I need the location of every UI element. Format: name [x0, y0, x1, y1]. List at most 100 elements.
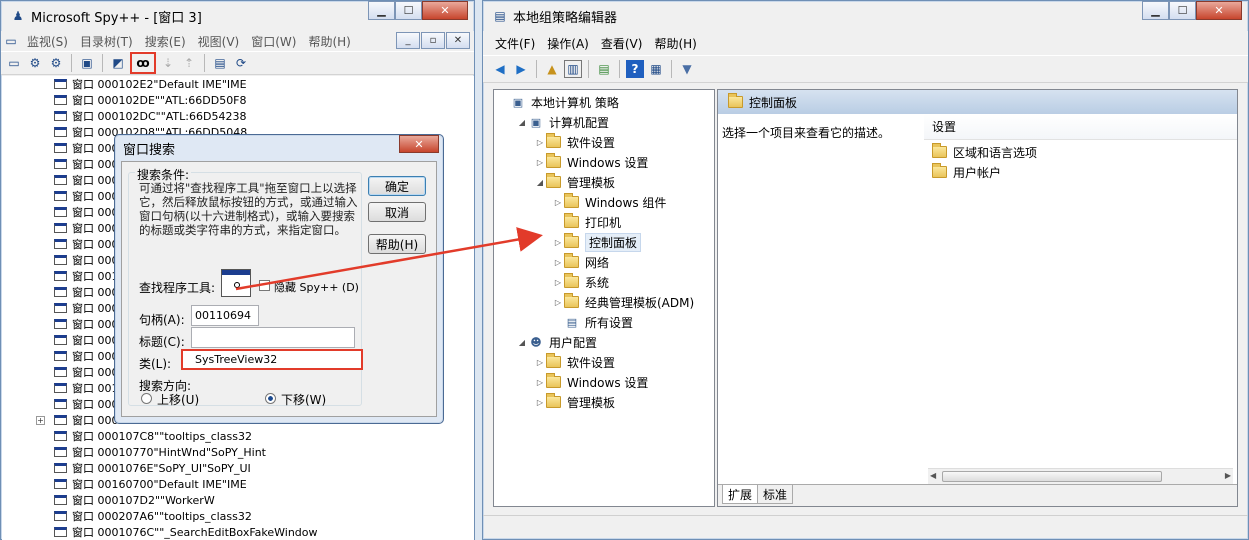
policy-tree-item[interactable]: ▷ Windows 设置	[494, 372, 714, 392]
settings-column-header[interactable]: 设置	[924, 114, 1237, 140]
tree-row[interactable]: 窗口 0001076C""_SearchEditBoxFakeWindow	[2, 524, 474, 540]
show-hide-tree-icon[interactable]: ▥	[564, 60, 582, 78]
tree-row[interactable]: 窗口 00160700"Default IME"IME	[2, 476, 474, 492]
expand-toggle-icon[interactable]: ▷	[534, 398, 546, 407]
tree-row[interactable]: 窗口 000102DC""ATL:66D54238	[2, 108, 474, 124]
tree-row[interactable]: 窗口 000207A6""tooltips_class32	[2, 508, 474, 524]
tree-row[interactable]: 窗口 000102E2"Default IME"IME	[2, 76, 474, 92]
find-prev-icon[interactable]: ⇡	[180, 54, 198, 72]
policy-tree-item[interactable]: ▷ 软件设置	[494, 352, 714, 372]
policy-tree-item[interactable]: ▷ Windows 设置	[494, 152, 714, 172]
back-icon[interactable]: ◀	[491, 60, 509, 78]
minimize-button[interactable]: ▁	[1142, 1, 1169, 20]
finder-tool-icon[interactable]	[221, 269, 251, 297]
policy-tree-item[interactable]: ▷ 软件设置	[494, 132, 714, 152]
tree-row[interactable]: 窗口 00010770"HintWnd"SoPY_Hint	[2, 444, 474, 460]
expand-toggle-icon[interactable]: ▷	[552, 278, 564, 287]
policy-tree[interactable]: ▣ 本地计算机 策略 ◢ ▣ 计算机配置 ▷ 软件设置 ▷ Windows 设置 ◢ 管理模板 ▷ Wi…	[493, 89, 715, 507]
menu-file[interactable]: 文件(F)	[489, 35, 541, 52]
cancel-button[interactable]: 取消	[368, 202, 426, 222]
expand-toggle-icon[interactable]: ▷	[552, 258, 564, 267]
expand-toggle-icon[interactable]: ◢	[534, 178, 546, 187]
messages-icon[interactable]: ▣	[78, 54, 96, 72]
dialog-close-button[interactable]: ✕	[399, 135, 439, 153]
settings-item[interactable]: 区域和语言选项	[924, 142, 1237, 162]
policy-tree-item[interactable]: ◢ 管理模板	[494, 172, 714, 192]
forward-icon[interactable]: ▶	[512, 60, 530, 78]
expand-toggle-icon[interactable]: ▷	[534, 138, 546, 147]
windows-icon[interactable]: ▭	[5, 54, 23, 72]
menu-monitor[interactable]: 监视(S)	[21, 33, 74, 50]
tree-row[interactable]: 窗口 000107C8""tooltips_class32	[2, 428, 474, 444]
policy-tree-item[interactable]: ▷ Windows 组件	[494, 192, 714, 212]
hide-spy-checkbox[interactable]	[259, 280, 270, 291]
child-restore-button[interactable]: ▫	[421, 32, 445, 49]
scroll-thumb[interactable]	[942, 471, 1162, 482]
menu-view[interactable]: 视图(V)	[192, 33, 246, 50]
down-radio[interactable]	[265, 393, 276, 404]
expand-toggle-icon[interactable]: ▷	[534, 378, 546, 387]
expand-toggle-icon[interactable]: ◢	[516, 338, 528, 347]
help-icon[interactable]: ?	[626, 60, 644, 78]
horizontal-scrollbar[interactable]: ◀ ▶	[928, 468, 1233, 484]
properties-icon[interactable]: ▤	[211, 54, 229, 72]
processes-icon[interactable]: ⚙	[26, 54, 44, 72]
close-button[interactable]: ✕	[422, 1, 468, 20]
tab-standard[interactable]: 标准	[758, 485, 794, 504]
policy-tree-item[interactable]: ▷ 网络	[494, 252, 714, 272]
up-radio[interactable]	[141, 393, 152, 404]
up-folder-icon[interactable]: ▲	[543, 60, 561, 78]
policy-tree-item[interactable]: ▷ 管理模板	[494, 392, 714, 412]
handle-input[interactable]	[191, 305, 259, 326]
tree-row[interactable]: 窗口 000102DE""ATL:66DD50F8	[2, 92, 474, 108]
policy-tree-item[interactable]: ▷ 经典管理模板(ADM)	[494, 292, 714, 312]
policy-tree-item[interactable]: 打印机	[494, 212, 714, 232]
maximize-button[interactable]: ☐	[1169, 1, 1196, 20]
child-minimize-button[interactable]: _	[396, 32, 420, 49]
ok-button[interactable]: 确定	[368, 176, 426, 196]
settings-list[interactable]: 设置 区域和语言选项 用户帐户 ◀ ▶	[924, 114, 1237, 484]
menu-help[interactable]: 帮助(H)	[302, 33, 356, 50]
find-next-icon[interactable]: ⇣	[159, 54, 177, 72]
filter-icon[interactable]: ▼	[678, 60, 696, 78]
policy-tree-item[interactable]: ▤ 所有设置	[494, 312, 714, 332]
close-button[interactable]: ✕	[1196, 1, 1242, 20]
tree-row[interactable]: 窗口 000107D2""WorkerW	[2, 492, 474, 508]
menu-help[interactable]: 帮助(H)	[648, 35, 702, 52]
policy-tree-item[interactable]: ▷ 系统	[494, 272, 714, 292]
caption-input[interactable]	[191, 327, 355, 348]
menu-window[interactable]: 窗口(W)	[245, 33, 302, 50]
maximize-button[interactable]: ☐	[395, 1, 422, 20]
expand-toggle-icon[interactable]: ▷	[552, 198, 564, 207]
class-input[interactable]	[181, 349, 363, 370]
folder-icon	[564, 193, 579, 208]
expand-toggle-icon[interactable]: ▷	[534, 358, 546, 367]
threads-icon[interactable]: ⚙	[47, 54, 65, 72]
menu-search[interactable]: 搜索(E)	[139, 33, 192, 50]
expand-toggle-icon[interactable]: ▷	[552, 298, 564, 307]
expand-toggle-icon[interactable]: ▷	[534, 158, 546, 167]
expand-icon[interactable]: +	[36, 415, 45, 425]
expand-toggle-icon[interactable]: ◢	[516, 118, 528, 127]
policy-tree-item[interactable]: ▣ 本地计算机 策略	[494, 92, 714, 112]
policy-tree-item[interactable]: ◢ ▣ 计算机配置	[494, 112, 714, 132]
policy-tree-item[interactable]: ◢ ☻ 用户配置	[494, 332, 714, 352]
menu-view[interactable]: 查看(V)	[595, 35, 649, 52]
refresh-icon[interactable]: ⟳	[232, 54, 250, 72]
settings-item[interactable]: 用户帐户	[924, 162, 1237, 182]
expand-toggle-icon[interactable]: ▷	[552, 238, 564, 247]
export-list-icon[interactable]: ▤	[595, 60, 613, 78]
help-button[interactable]: 帮助(H)	[368, 234, 426, 254]
find-window-icon[interactable]: ꝏ	[130, 52, 156, 74]
minimize-button[interactable]: ▁	[368, 1, 395, 20]
tree-row[interactable]: 窗口 0001076E"SoPY_UI"SoPY_UI	[2, 460, 474, 476]
policy-tree-item[interactable]: ▷ 控制面板	[494, 232, 714, 252]
scroll-right-icon[interactable]: ▶	[1225, 471, 1231, 480]
details-view-icon[interactable]: ▦	[647, 60, 665, 78]
scroll-left-icon[interactable]: ◀	[930, 471, 936, 480]
tab-extended[interactable]: 扩展	[722, 485, 759, 504]
menu-action[interactable]: 操作(A)	[541, 35, 595, 52]
log-messages-icon[interactable]: ◩	[109, 54, 127, 72]
child-close-button[interactable]: ✕	[446, 32, 470, 49]
menu-tree[interactable]: 目录树(T)	[74, 33, 139, 50]
